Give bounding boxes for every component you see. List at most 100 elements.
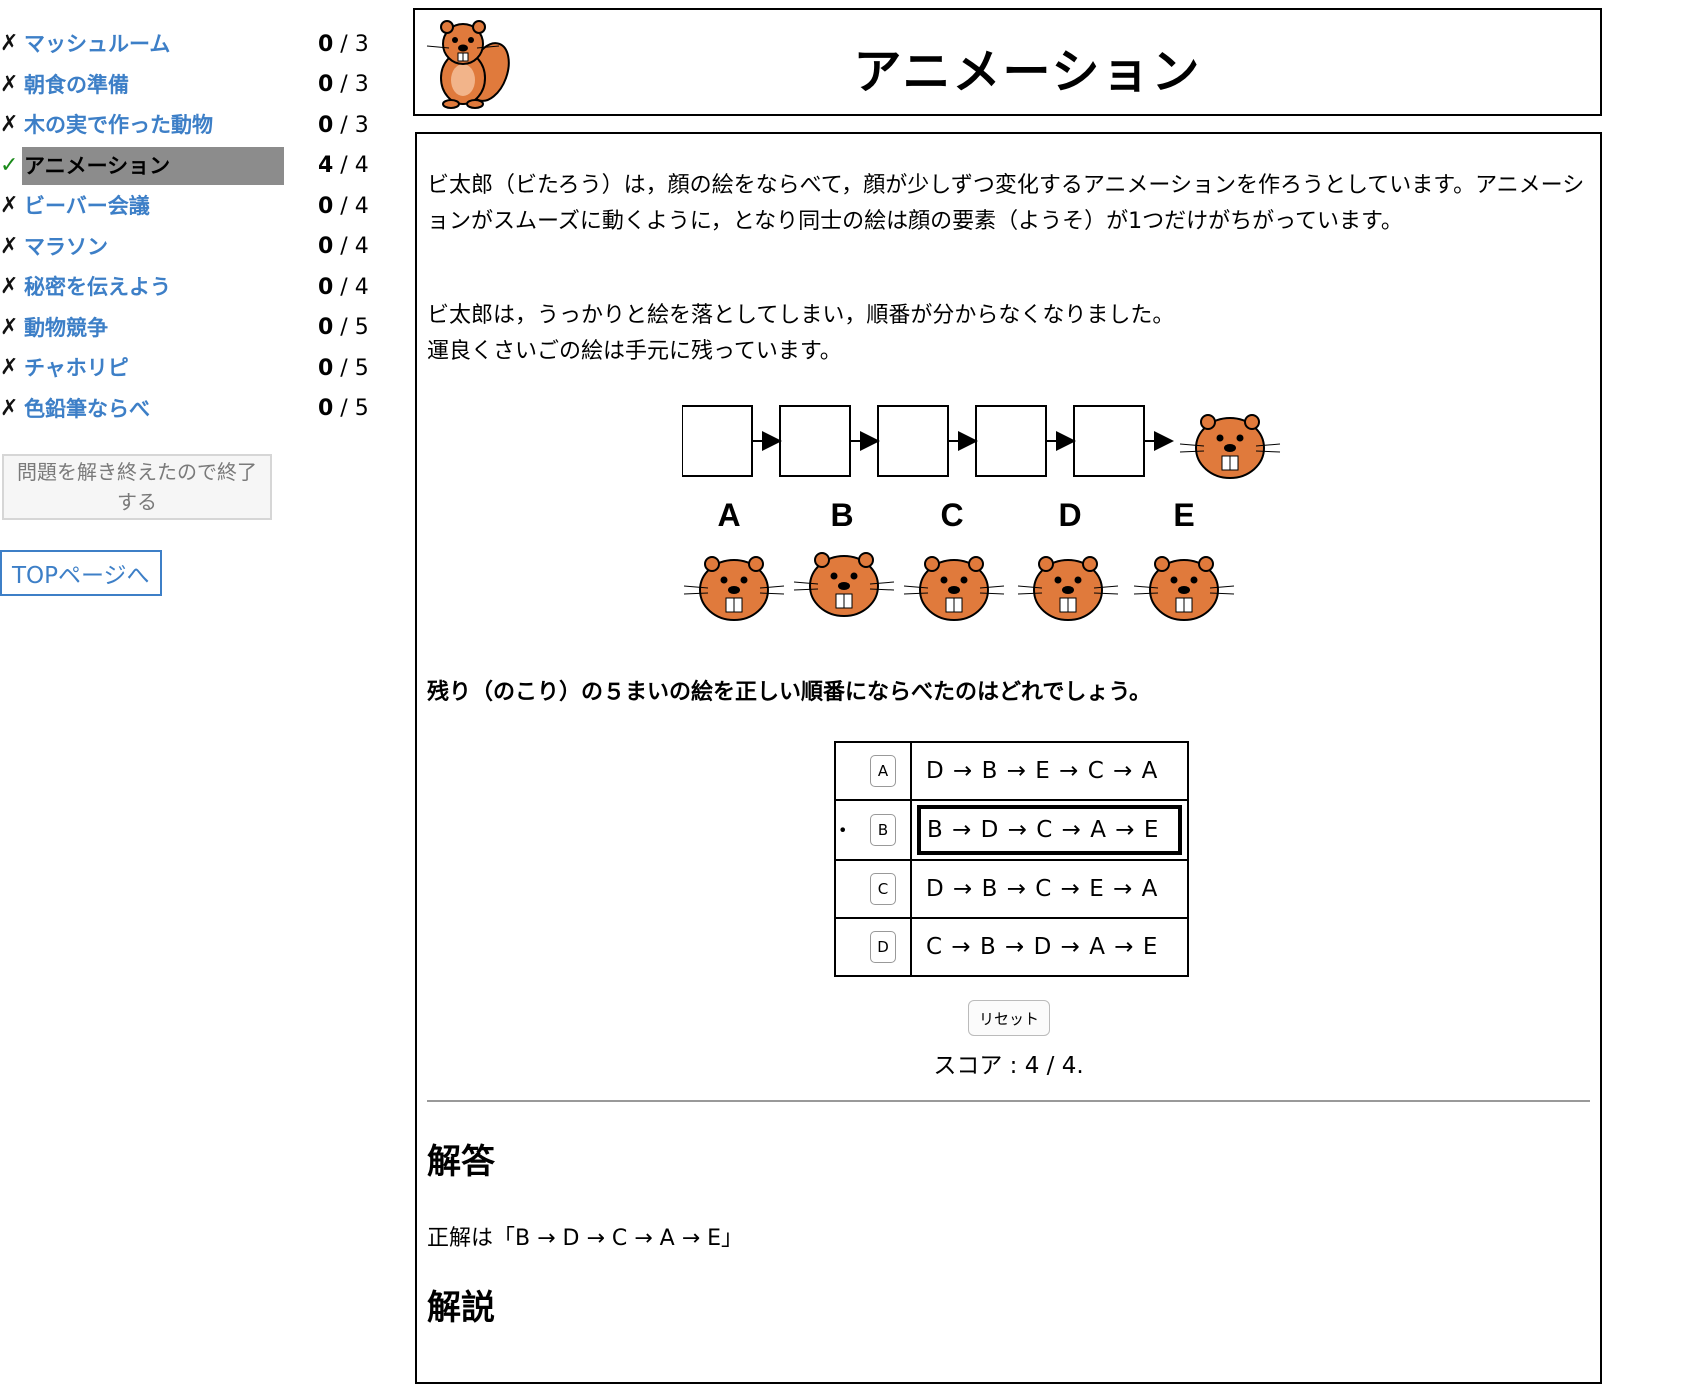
cross-icon: ✗ [0, 112, 19, 138]
option-cell[interactable]: D → B → C → E → A [910, 859, 1189, 919]
option-key[interactable]: C [870, 873, 896, 905]
finish-button[interactable]: 問題を解き終えたので終了する [2, 454, 272, 520]
task-link[interactable]: 木の実で作った動物 [22, 106, 284, 144]
option-key[interactable]: A [870, 755, 896, 787]
task-row[interactable]: ✗ マラソン 0 / 4 [0, 227, 370, 268]
task-score-value: 0 [318, 234, 334, 260]
task-score: 0 / 4 [318, 234, 369, 259]
option-text[interactable]: D → B → C → E → A [912, 876, 1187, 902]
task-score-value: 0 [318, 112, 334, 138]
task-score-max: / 3 [333, 72, 369, 98]
task-score-max: / 5 [333, 355, 369, 381]
beaver-face-b-icon [793, 552, 895, 617]
top-page-link[interactable]: TOPページへ [0, 550, 162, 596]
task-score-max: / 4 [333, 153, 369, 179]
task-row-current[interactable]: ✓ アニメーション 4 / 4 [0, 146, 370, 187]
option-key[interactable]: B [870, 814, 896, 846]
problem-header: アニメーション [413, 8, 1602, 116]
task-score-value: 0 [318, 72, 334, 98]
cross-icon: ✗ [0, 274, 19, 300]
task-link[interactable]: 朝食の準備 [22, 66, 284, 104]
task-link[interactable]: マッシュルーム [22, 25, 284, 63]
figure-label-d: D [1058, 497, 1081, 533]
task-row[interactable]: ✗ 朝食の準備 0 / 3 [0, 65, 370, 106]
task-score: 0 / 3 [318, 32, 369, 57]
cross-icon: ✗ [0, 395, 19, 421]
cross-icon: ✗ [0, 314, 19, 340]
task-row[interactable]: ✗ 秘密を伝えよう 0 / 4 [0, 267, 370, 308]
selected-bullet-icon: • [838, 820, 848, 840]
task-link[interactable]: チャホリピ [22, 349, 284, 387]
option-cell[interactable]: D → B → E → C → A [910, 741, 1189, 801]
problem-panel: ビ太郎（ビたろう）は，顔の絵をならべて，顔が少しずつ変化するアニメーションを作ろ… [415, 132, 1602, 1384]
option-key-cell: A [834, 741, 912, 801]
page-title: アニメーション [853, 44, 1202, 100]
cross-icon: ✗ [0, 233, 19, 259]
situation-line: 運良くさいごの絵は手元に残っています。 [427, 339, 842, 364]
task-row[interactable]: ✗ マッシュルーム 0 / 3 [0, 24, 370, 65]
task-link-current[interactable]: アニメーション [22, 146, 284, 185]
problem-situation: ビ太郎は，うっかりと絵を落としてしまい，順番が分からなくなりました。 運良くさい… [427, 298, 1590, 370]
score-text: スコア : 4 / 4. [933, 1053, 1084, 1079]
task-score-value: 0 [318, 31, 334, 57]
task-score-value: 4 [318, 153, 334, 179]
task-score-value: 0 [318, 396, 334, 422]
figure-label-e: E [1173, 497, 1194, 533]
cross-icon: ✗ [0, 193, 19, 219]
option-key-cell: • B [834, 799, 912, 861]
task-score: 0 / 4 [318, 194, 369, 219]
task-score: 0 / 4 [318, 275, 369, 300]
option-key-cell: C [834, 859, 912, 919]
task-score-value: 0 [318, 355, 334, 381]
beaver-face-e-icon [1133, 556, 1235, 621]
cross-icon: ✗ [0, 31, 19, 57]
option-key[interactable]: D [870, 931, 896, 963]
explanation-heading: 解説 [427, 1288, 495, 1328]
option-cell[interactable]: B → D → C → A → E [910, 799, 1189, 861]
task-score: 0 / 3 [318, 72, 369, 97]
reset-button[interactable]: リセット [968, 1000, 1050, 1036]
option-cell[interactable]: C → B → D → A → E [910, 917, 1189, 977]
question-text: 残り（のこり）の５まいの絵を正しい順番にならべたのはどれでしょう。 [427, 680, 1152, 705]
option-text[interactable]: C → B → D → A → E [912, 934, 1187, 960]
option-row[interactable]: C D → B → C → E → A [834, 859, 1189, 919]
figure-label-b: B [830, 497, 853, 533]
option-row[interactable]: D C → B → D → A → E [834, 917, 1189, 977]
task-score-value: 0 [318, 315, 334, 341]
problem-description: ビ太郎（ビたろう）は，顔の絵をならべて，顔が少しずつ変化するアニメーションを作ろ… [427, 173, 1585, 234]
option-text-selected[interactable]: B → D → C → A → E [917, 805, 1182, 855]
answer-text: 正解は「B → D → C → A → E」 [427, 1226, 744, 1251]
task-score-max: / 3 [333, 112, 369, 138]
task-score-max: / 3 [333, 31, 369, 57]
cross-icon: ✗ [0, 355, 19, 381]
option-row[interactable]: A D → B → E → C → A [834, 741, 1189, 801]
situation-line: ビ太郎は，うっかりと絵を落としてしまい，順番が分からなくなりました。 [427, 303, 1175, 328]
task-row[interactable]: ✗ 木の実で作った動物 0 / 3 [0, 105, 370, 146]
task-link[interactable]: 色鉛筆ならべ [22, 390, 284, 428]
figure-label-c: C [940, 497, 963, 533]
options-table: A D → B → E → C → A • B B → D → C → A → … [834, 741, 1189, 977]
task-score-max: / 5 [333, 396, 369, 422]
task-row[interactable]: ✗ チャホリピ 0 / 5 [0, 348, 370, 389]
task-score-max: / 4 [333, 193, 369, 219]
task-row[interactable]: ✗ 色鉛筆ならべ 0 / 5 [0, 389, 370, 430]
answer-heading: 解答 [427, 1142, 495, 1182]
option-text[interactable]: D → B → E → C → A [912, 758, 1187, 784]
task-link[interactable]: 動物競争 [22, 309, 284, 347]
task-score-value: 0 [318, 193, 334, 219]
divider [427, 1100, 1590, 1102]
task-row[interactable]: ✗ 動物競争 0 / 5 [0, 308, 370, 349]
task-link[interactable]: 秘密を伝えよう [22, 268, 284, 306]
task-row[interactable]: ✗ ビーバー会議 0 / 4 [0, 186, 370, 227]
task-score-value: 0 [318, 274, 334, 300]
beaver-face-d-icon [1017, 556, 1119, 621]
task-link[interactable]: マラソン [22, 228, 284, 266]
task-link[interactable]: ビーバー会議 [22, 187, 284, 225]
beaver-face-a-icon [683, 556, 785, 621]
cross-icon: ✗ [0, 71, 19, 97]
empty-frames [682, 405, 1174, 477]
task-score-max: / 5 [333, 315, 369, 341]
beaver-face-c-icon [903, 556, 1005, 621]
option-row-selected[interactable]: • B B → D → C → A → E [834, 799, 1189, 861]
option-key-cell: D [834, 917, 912, 977]
